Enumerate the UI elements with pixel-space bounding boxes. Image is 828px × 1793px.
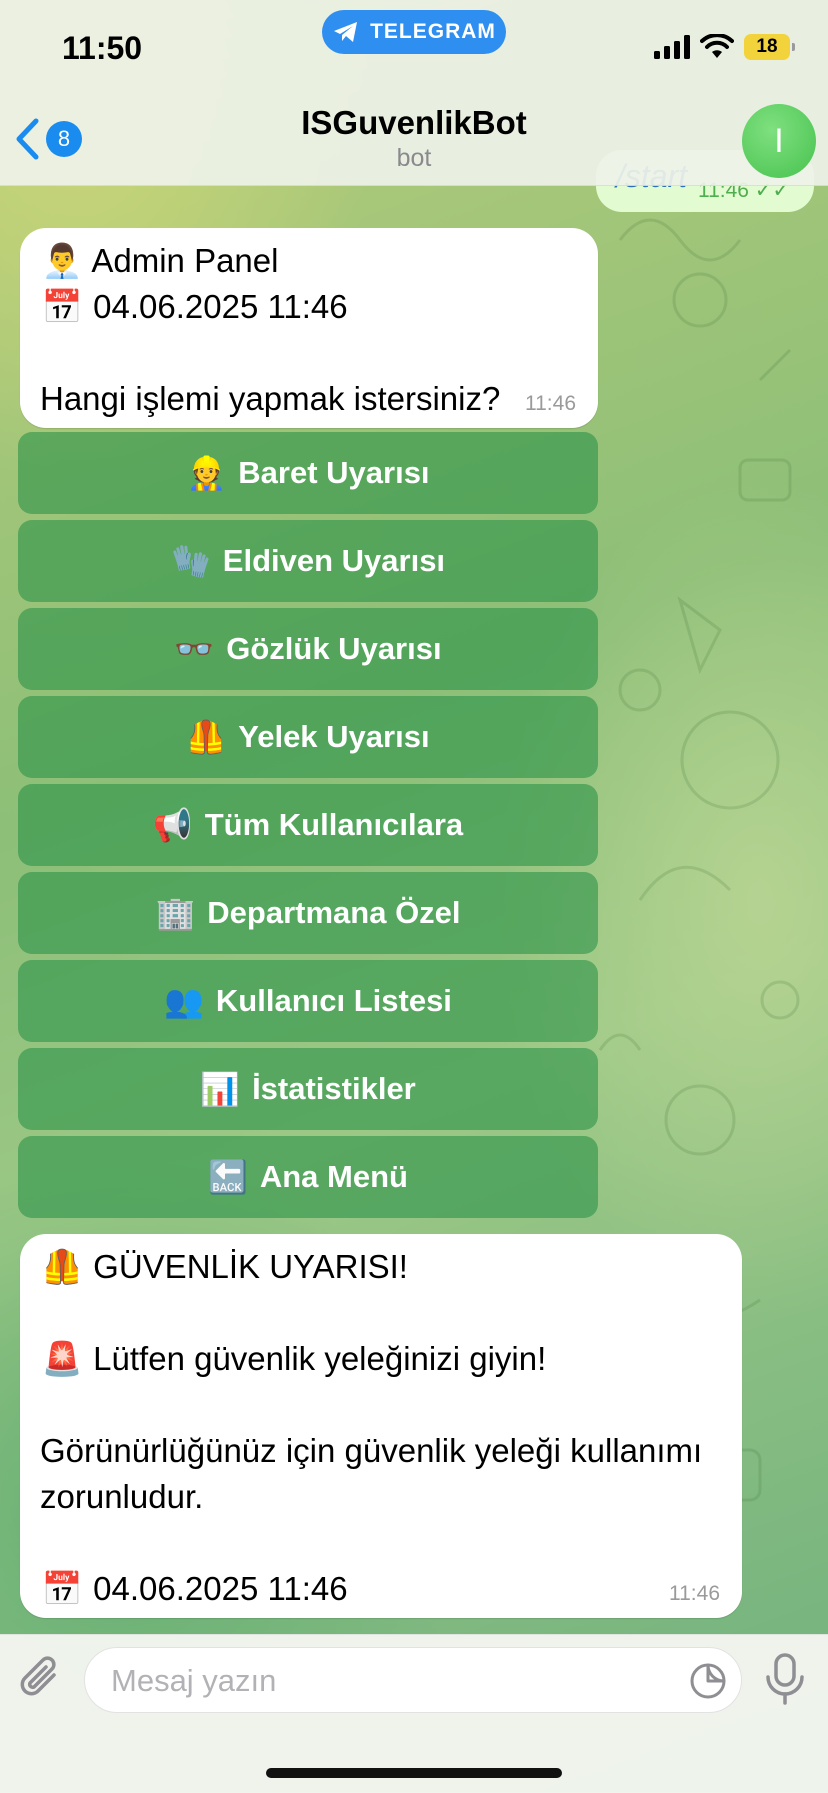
message-time: 11:46 bbox=[669, 1582, 720, 1605]
message-line: 🚨 Lütfen güvenlik yeleğinizi giyin! bbox=[40, 1336, 702, 1382]
office-building-icon: 🏢 bbox=[155, 895, 196, 931]
kb-button-eldiven[interactable]: 🧤 Eldiven Uyarısı bbox=[18, 520, 598, 602]
message-input[interactable] bbox=[109, 1658, 673, 1704]
calendar-icon: 📅 bbox=[41, 288, 83, 325]
status-time: 11:50 bbox=[62, 30, 143, 66]
bar-chart-icon: 📊 bbox=[200, 1071, 241, 1107]
siren-icon: 🚨 bbox=[41, 1340, 83, 1377]
back-arrow-icon: 🔙 bbox=[208, 1159, 248, 1195]
message-line: 📅 04.06.2025 11:46 bbox=[40, 1566, 702, 1612]
kb-button-yelek[interactable]: 🦺 Yelek Uyarısı bbox=[18, 696, 598, 778]
kb-button-istatistikler[interactable]: 📊 İstatistikler bbox=[18, 1048, 598, 1130]
header-bar: 11:50 TELEGRAM 18 8 ISGuvenlikBot bot I bbox=[0, 0, 828, 186]
glasses-icon: 👓 bbox=[174, 631, 215, 667]
status-icons: 18 bbox=[654, 34, 795, 60]
users-icon: 👥 bbox=[164, 983, 204, 1019]
telegram-icon bbox=[334, 22, 358, 42]
message-line: Görünürlüğünüz için güvenlik yeleği kull… bbox=[40, 1432, 703, 1469]
chat-title-block[interactable]: ISGuvenlikBot bot bbox=[200, 104, 628, 173]
unread-badge: 8 bbox=[46, 121, 82, 157]
chat-title: ISGuvenlikBot bbox=[301, 104, 527, 141]
message-line: 📅 04.06.2025 11:46 bbox=[40, 284, 500, 330]
wifi-icon bbox=[700, 34, 734, 58]
telegram-pill[interactable]: TELEGRAM bbox=[322, 10, 506, 54]
businessman-icon: 👨‍💼 bbox=[41, 242, 83, 279]
safety-alert-message[interactable]: 🦺 GÜVENLİK UYARISI! 🚨 Lütfen güvenlik ye… bbox=[20, 1234, 742, 1618]
glove-icon: 🧤 bbox=[170, 543, 211, 579]
battery-indicator: 18 bbox=[744, 34, 795, 60]
message-field[interactable] bbox=[84, 1647, 742, 1713]
kb-button-tum-kullanicilara[interactable]: 📢 Tüm Kullanıcılara bbox=[18, 784, 598, 866]
chat-subtitle: bot bbox=[396, 144, 432, 172]
kb-button-ana-menu[interactable]: 🔙 Ana Menü bbox=[18, 1136, 598, 1218]
telegram-pill-label: TELEGRAM bbox=[370, 20, 496, 43]
kb-button-gozluk[interactable]: 👓 Gözlük Uyarısı bbox=[18, 608, 598, 690]
back-button[interactable]: 8 bbox=[14, 118, 82, 160]
safety-vest-icon: 🦺 bbox=[186, 719, 227, 755]
sticker-icon[interactable] bbox=[689, 1662, 727, 1700]
microphone-icon[interactable] bbox=[760, 1651, 810, 1707]
home-indicator[interactable] bbox=[266, 1768, 562, 1778]
calendar-icon: 📅 bbox=[41, 1570, 83, 1607]
kb-button-kullanici-listesi[interactable]: 👥 Kullanıcı Listesi bbox=[18, 960, 598, 1042]
megaphone-icon: 📢 bbox=[152, 807, 193, 843]
kb-button-departmana-ozel[interactable]: 🏢 Departmana Özel bbox=[18, 872, 598, 954]
paperclip-icon[interactable] bbox=[18, 1655, 66, 1703]
admin-panel-message[interactable]: 👨‍💼 Admin Panel 📅 04.06.2025 11:46 Hangi… bbox=[20, 228, 598, 428]
kb-button-baret[interactable]: 👷 Baret Uyarısı bbox=[18, 432, 598, 514]
message-line: Hangi işlemi yapmak istersiniz? bbox=[40, 380, 501, 417]
message-line: zorunludur. bbox=[40, 1478, 204, 1515]
message-line: 👨‍💼 Admin Panel bbox=[40, 238, 500, 284]
construction-worker-icon: 👷 bbox=[186, 455, 227, 491]
bot-avatar[interactable]: I bbox=[742, 104, 816, 178]
message-time: 11:46 bbox=[525, 392, 576, 415]
chevron-left-icon bbox=[16, 118, 39, 160]
safety-vest-icon: 🦺 bbox=[41, 1248, 83, 1285]
cellular-signal-icon bbox=[654, 35, 690, 59]
message-line: 🦺 GÜVENLİK UYARISI! bbox=[40, 1244, 702, 1290]
